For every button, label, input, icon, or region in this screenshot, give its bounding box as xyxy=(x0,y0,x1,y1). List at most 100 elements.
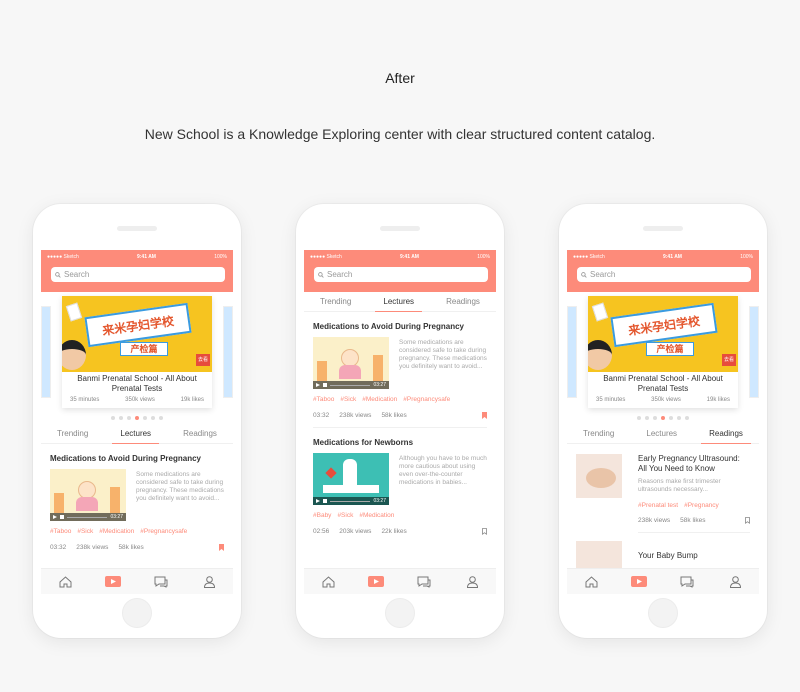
nav-home[interactable] xyxy=(581,572,601,592)
tab-lectures[interactable]: Lectures xyxy=(112,424,159,444)
featured-carousel[interactable]: 来米孕妇学校 产检篇 去看 Banmi Prenatal School - Al… xyxy=(567,296,759,414)
tag[interactable]: #Pregnancy xyxy=(684,502,719,509)
tag[interactable]: #Taboo xyxy=(50,528,71,535)
tab-readings[interactable]: Readings xyxy=(701,424,751,444)
video-player-bar[interactable]: 03:27 xyxy=(50,513,126,521)
nav-chat[interactable] xyxy=(677,572,697,592)
nav-chat[interactable] xyxy=(151,572,171,592)
progress-bar[interactable] xyxy=(330,384,371,386)
play-icon[interactable] xyxy=(53,515,57,519)
nav-chat[interactable] xyxy=(414,572,434,592)
video-thumbnail[interactable]: 03:27 xyxy=(313,453,389,505)
building-illustration xyxy=(373,355,383,381)
carousel-dots[interactable] xyxy=(567,416,759,420)
clock: 9:41 AM xyxy=(662,253,682,260)
progress-bar[interactable] xyxy=(67,516,108,518)
carousel-dot[interactable] xyxy=(645,416,649,420)
reading-thumbnail[interactable] xyxy=(576,541,622,571)
carousel-dot[interactable] xyxy=(669,416,673,420)
nav-lectures[interactable] xyxy=(629,572,649,592)
reading-thumbnail[interactable] xyxy=(576,454,622,498)
tab-trending[interactable]: Trending xyxy=(575,424,622,444)
carousel-dot[interactable] xyxy=(159,416,163,420)
nav-lectures[interactable] xyxy=(366,572,386,592)
lecture-item[interactable]: 03:27 Although you have to be much more … xyxy=(304,453,496,505)
video-player-bar[interactable]: 03:27 xyxy=(313,497,389,505)
search-input[interactable]: Search xyxy=(314,267,488,282)
nav-profile[interactable] xyxy=(462,572,482,592)
video-duration: 03:27 xyxy=(373,382,386,388)
search-input[interactable]: Search xyxy=(577,267,751,282)
search-input[interactable]: Search xyxy=(51,267,225,282)
carousel-prev-card[interactable] xyxy=(41,306,51,398)
carousel-dot-active[interactable] xyxy=(135,416,139,420)
volume-icon[interactable] xyxy=(323,499,327,503)
carousel-dot[interactable] xyxy=(677,416,681,420)
play-icon[interactable] xyxy=(316,499,320,503)
bookmark-outline-icon[interactable] xyxy=(745,517,750,524)
reading-item[interactable]: Your Baby Bump xyxy=(567,533,759,571)
carousel-dot[interactable] xyxy=(143,416,147,420)
tab-readings[interactable]: Readings xyxy=(438,292,488,312)
tag[interactable]: #Pregnancysafe xyxy=(140,528,187,535)
lecture-title[interactable]: Medications to Avoid During Pregnancy xyxy=(304,312,496,337)
carousel-dot-active[interactable] xyxy=(661,416,665,420)
bookmark-icon[interactable] xyxy=(482,412,487,419)
tab-trending[interactable]: Trending xyxy=(312,292,359,312)
carousel-dot[interactable] xyxy=(111,416,115,420)
carousel-prev-card[interactable] xyxy=(567,306,577,398)
featured-card[interactable]: 来米孕妇学校 产检篇 去看 Banmi Prenatal School - Al… xyxy=(62,296,212,408)
tag[interactable]: #Prenatal test xyxy=(638,502,678,509)
lecture-time: 03:32 xyxy=(50,544,67,551)
carousel-dot[interactable] xyxy=(685,416,689,420)
home-icon xyxy=(322,575,334,587)
lecture-title[interactable]: Medications for Newborns xyxy=(304,428,496,453)
bookmark-icon[interactable] xyxy=(219,544,224,551)
lecture-title[interactable]: Medications to Avoid During Pregnancy xyxy=(41,444,233,469)
tag[interactable]: #Sick xyxy=(337,512,353,519)
lecture-views: 238k views xyxy=(76,544,109,551)
volume-icon[interactable] xyxy=(323,383,327,387)
lecture-item[interactable]: 03:27 Some medications are considered sa… xyxy=(304,337,496,389)
carousel-next-card[interactable] xyxy=(223,306,233,398)
lecture-item[interactable]: 03:27 Some medications are considered sa… xyxy=(41,469,233,521)
carousel-next-card[interactable] xyxy=(749,306,759,398)
video-thumbnail[interactable]: 03:27 xyxy=(313,337,389,389)
carousel-dot[interactable] xyxy=(119,416,123,420)
tag[interactable]: #Sick xyxy=(77,528,93,535)
volume-icon[interactable] xyxy=(60,515,64,519)
tag[interactable]: #Taboo xyxy=(313,396,334,403)
video-thumbnail[interactable]: 03:27 xyxy=(50,469,126,521)
progress-bar[interactable] xyxy=(330,500,371,502)
nav-profile[interactable] xyxy=(725,572,745,592)
lecture-stats: 02:56 203k views 22k likes xyxy=(304,519,496,535)
carousel-dot[interactable] xyxy=(127,416,131,420)
reading-title[interactable]: Early Pregnancy Ultrasound: All You Need… xyxy=(638,454,750,474)
video-duration: 03:27 xyxy=(110,514,123,520)
tab-trending[interactable]: Trending xyxy=(49,424,96,444)
carousel-dot[interactable] xyxy=(653,416,657,420)
tag[interactable]: #Medication xyxy=(362,396,397,403)
nav-profile[interactable] xyxy=(199,572,219,592)
chat-icon xyxy=(417,576,431,588)
tag[interactable]: #Baby xyxy=(313,512,331,519)
nav-lectures[interactable] xyxy=(103,572,123,592)
video-player-bar[interactable]: 03:27 xyxy=(313,381,389,389)
featured-carousel[interactable]: 来米孕妇学校 产检篇 去看 Banmi Prenatal School - Al… xyxy=(41,296,233,414)
featured-card[interactable]: 来米孕妇学校 产检篇 去看 Banmi Prenatal School - Al… xyxy=(588,296,738,408)
nav-home[interactable] xyxy=(318,572,338,592)
tab-lectures[interactable]: Lectures xyxy=(375,292,422,312)
tag[interactable]: #Medication xyxy=(99,528,134,535)
carousel-dot[interactable] xyxy=(151,416,155,420)
tag[interactable]: #Medication xyxy=(359,512,394,519)
tab-lectures[interactable]: Lectures xyxy=(638,424,685,444)
tab-readings[interactable]: Readings xyxy=(175,424,225,444)
tag[interactable]: #Pregnancysafe xyxy=(403,396,450,403)
carousel-dot[interactable] xyxy=(637,416,641,420)
play-icon[interactable] xyxy=(316,383,320,387)
reading-item[interactable]: Early Pregnancy Ultrasound: All You Need… xyxy=(567,444,759,524)
tag[interactable]: #Sick xyxy=(340,396,356,403)
carousel-dots[interactable] xyxy=(41,416,233,420)
bookmark-outline-icon[interactable] xyxy=(482,528,487,535)
nav-home[interactable] xyxy=(55,572,75,592)
